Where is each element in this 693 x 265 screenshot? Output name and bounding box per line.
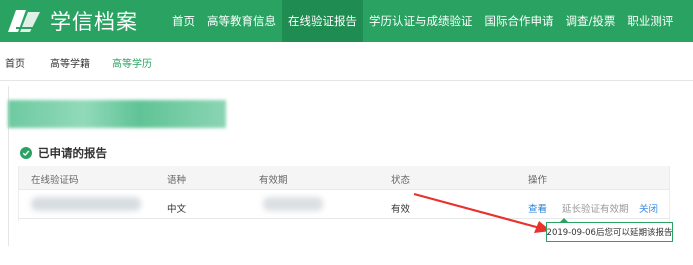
extend-tooltip: 2019-09-06后您可以延期该报告 bbox=[546, 218, 673, 242]
tooltip-text: 2019-09-06后您可以延期该报告 bbox=[546, 228, 673, 238]
